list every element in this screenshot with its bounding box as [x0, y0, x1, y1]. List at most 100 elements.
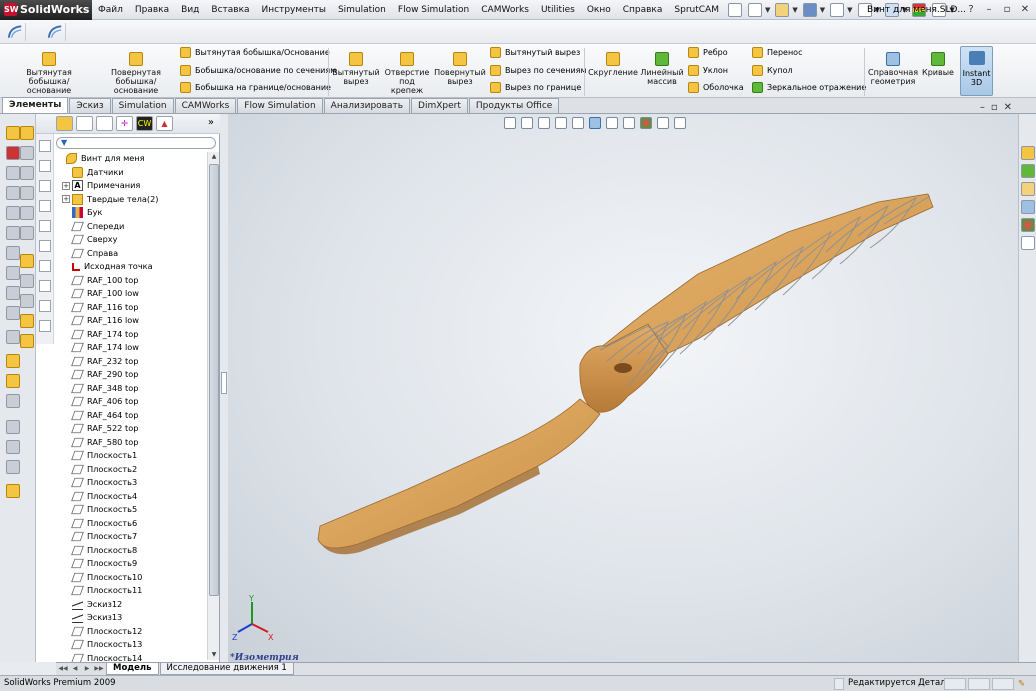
wrap-button[interactable]: Перенос	[752, 47, 802, 58]
feature-tree-item[interactable]: RAF_100 low	[62, 287, 139, 300]
feature-tree-item[interactable]: Винт для меня	[56, 152, 145, 165]
tab-item[interactable]: Элементы	[2, 97, 69, 113]
view-cube-icon[interactable]	[39, 280, 51, 292]
feature-tree-item[interactable]: + Твердые тела(2)	[62, 193, 158, 206]
panel-splitter[interactable]	[220, 114, 228, 662]
design-library-icon[interactable]	[1021, 164, 1035, 178]
cut-extrude-button[interactable]: Вытянутый вырез	[332, 50, 380, 86]
feature-tree-item[interactable]: + A Примечания	[62, 179, 140, 192]
revolve-icon[interactable]	[6, 166, 20, 180]
chevron-down-icon[interactable]: ▼	[847, 6, 852, 14]
feature-tree-item[interactable]: Датчики	[62, 166, 124, 179]
graphics-viewport[interactable]: – ▫ ✕ Y X Z *Изометрия	[228, 102, 1018, 663]
scroll-down-icon[interactable]: ▼	[210, 651, 218, 659]
boundary-boss-button[interactable]: Бобышка на границе/основание	[180, 82, 331, 93]
menu-item[interactable]: Окно	[581, 0, 617, 20]
tab-item[interactable]: CAMWorks	[174, 98, 237, 113]
feature-tree-item[interactable]: Плоскость5	[62, 503, 137, 516]
next-tab-icon[interactable]: ▶	[82, 664, 92, 673]
feature-tree-item[interactable]: Плоскость10	[62, 571, 142, 584]
minimize-icon[interactable]: –	[982, 3, 996, 17]
feature-tree-item[interactable]: Плоскость4	[62, 490, 137, 503]
chamfer-icon[interactable]	[6, 246, 20, 260]
edit-sketch-icon[interactable]	[20, 254, 34, 268]
feature-tree-item[interactable]: Эскиз13	[62, 611, 122, 624]
display-icon[interactable]	[20, 294, 34, 308]
tab-item[interactable]: DimXpert	[411, 98, 468, 113]
property-manager-tab-icon[interactable]	[76, 116, 93, 131]
minimize-icon[interactable]: –	[980, 102, 985, 113]
boss-revolve-button[interactable]: Повернутая бобышка/основание	[96, 50, 176, 95]
view-cube-icon[interactable]	[39, 160, 51, 172]
print-icon[interactable]	[830, 2, 845, 17]
move-face-icon[interactable]	[6, 420, 20, 434]
view-cube-icon[interactable]	[39, 220, 51, 232]
feature-tree-item[interactable]: Плоскость8	[62, 544, 137, 557]
feature-tree-item[interactable]: Эскиз12	[62, 598, 122, 611]
feature-tree-item[interactable]: Плоскость12	[62, 625, 142, 638]
feature-tree-item[interactable]: RAF_232 top	[62, 355, 138, 368]
command-manager-swirl-icon[interactable]	[46, 23, 66, 41]
assembly-icon[interactable]	[20, 334, 34, 348]
help-icon[interactable]: ?	[964, 3, 978, 17]
chevron-down-icon[interactable]: ▼	[765, 6, 770, 14]
hole-wizard-button[interactable]: Отверстие под крепеж	[384, 50, 430, 95]
save-icon[interactable]	[802, 2, 817, 17]
view-cube-icon[interactable]	[39, 140, 51, 152]
tab-item[interactable]: Продукты Office	[468, 98, 560, 113]
close-icon[interactable]: ✕	[1004, 102, 1012, 113]
curve-icon[interactable]	[20, 206, 34, 220]
file-explorer-icon[interactable]	[1021, 182, 1035, 196]
cut-revolve-button[interactable]: Повернутый вырез	[434, 50, 486, 86]
view-cube-icon[interactable]	[39, 180, 51, 192]
swept-cut-button[interactable]: Вытянутый вырез	[490, 47, 580, 58]
menu-item[interactable]: Справка	[617, 0, 669, 20]
swept-boss-button[interactable]: Вытянутая бобышка/Основание	[180, 47, 330, 58]
menu-item[interactable]: Flow Simulation	[392, 0, 475, 20]
dimxpert-tab-icon[interactable]: ✛	[116, 116, 133, 131]
offset-icon[interactable]	[6, 440, 20, 454]
expand-toggle-icon[interactable]: +	[62, 195, 70, 203]
feature-tree-item[interactable]: RAF_174 low	[62, 341, 139, 354]
menu-item[interactable]: CAMWorks	[475, 0, 535, 20]
menu-item[interactable]: Правка	[129, 0, 175, 20]
feature-tree-item[interactable]: Плоскость3	[62, 476, 137, 489]
feature-tree-item[interactable]: Справа	[62, 247, 118, 260]
tab-item[interactable]: Эскиз	[69, 98, 111, 113]
bottom-tab[interactable]: Модель	[106, 663, 159, 675]
bottom-tab[interactable]: Исследование движения 1	[159, 663, 294, 675]
pattern-icon[interactable]	[6, 266, 20, 280]
lofted-boss-button[interactable]: Бобышка/основание по сечениям	[180, 65, 336, 76]
feature-tree-item[interactable]: Плоскость1	[62, 449, 137, 462]
feature-tree-filter[interactable]: ▼	[56, 137, 216, 149]
first-tab-icon[interactable]: ◀◀	[58, 664, 68, 673]
boss-extrude-icon[interactable]	[6, 126, 20, 140]
rib-button[interactable]: Ребро	[688, 47, 728, 58]
color-icon[interactable]	[20, 314, 34, 328]
smart-dimension-icon[interactable]	[6, 374, 20, 388]
feature-tree-item[interactable]: Плоскость7	[62, 530, 137, 543]
scroll-up-icon[interactable]: ▲	[210, 153, 218, 161]
feature-tree-item[interactable]: Бук	[62, 206, 102, 219]
last-tab-icon[interactable]: ▶▶	[94, 664, 104, 673]
lofted-cut-button[interactable]: Вырез по сечениям	[490, 65, 587, 76]
dome-button[interactable]: Купол	[752, 65, 793, 76]
home-icon[interactable]	[1021, 146, 1035, 160]
fillet-button[interactable]: Скругление	[588, 50, 638, 77]
restore-icon[interactable]: ▫	[1000, 3, 1014, 17]
restore-icon[interactable]: ▫	[991, 102, 998, 113]
measure-icon[interactable]	[6, 394, 20, 408]
expand-toggle-icon[interactable]: +	[62, 181, 70, 190]
menu-item[interactable]: Вид	[175, 0, 205, 20]
appearance-icon[interactable]	[6, 484, 20, 498]
feature-tree-item[interactable]: Плоскость14	[62, 652, 142, 662]
new-document-icon[interactable]	[747, 2, 762, 17]
mirror-icon[interactable]	[6, 286, 20, 300]
command-manager-swirl-icon[interactable]	[6, 23, 26, 41]
feature-tree-item[interactable]: Исходная точка	[62, 260, 153, 273]
appearances-icon[interactable]	[1021, 218, 1035, 232]
feature-manager-tab-icon[interactable]	[56, 116, 73, 131]
feature-tree-item[interactable]: RAF_348 top	[62, 382, 138, 395]
chevron-down-icon[interactable]: ▼	[792, 6, 797, 14]
view-cube-icon[interactable]	[39, 240, 51, 252]
